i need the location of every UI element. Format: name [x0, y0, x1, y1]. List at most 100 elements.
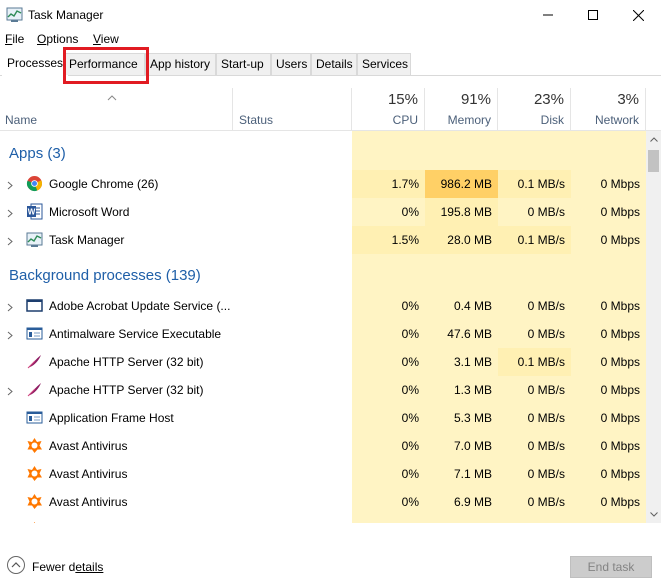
memory-value: 986.2 MB: [425, 170, 498, 198]
disk-value: 0 MB/s: [527, 411, 565, 425]
network-value: 0 Mbps: [600, 355, 640, 369]
table-row[interactable]: Avast Antivirus 0% 7.0 MB 0 MB/s 0 Mbps: [0, 432, 646, 460]
network-value: 0 Mbps: [600, 439, 640, 453]
network-value: 0 Mbps: [600, 177, 640, 191]
tab-start-up[interactable]: Start-up: [216, 53, 271, 75]
cpu-total-percent: 15%: [387, 91, 418, 108]
tab-processes[interactable]: Processes: [2, 52, 69, 76]
memory-value: 6.9 MB: [453, 495, 492, 509]
cpu-value: 0%: [401, 299, 419, 313]
chevron-right-icon[interactable]: [7, 329, 13, 343]
service-app-icon: [26, 409, 43, 426]
maximize-button[interactable]: [570, 0, 616, 30]
chevron-right-icon[interactable]: [7, 235, 13, 249]
table-row[interactable]: Adobe Acrobat Update Service (... 0% 0.4…: [0, 292, 646, 320]
tab-app-history[interactable]: App history: [145, 53, 216, 75]
column-cpu[interactable]: 15% CPU: [352, 88, 425, 131]
table-row[interactable]: Apache HTTP Server (32 bit) 0% 1.3 MB 0 …: [0, 376, 646, 404]
title-bar: Task Manager: [0, 0, 661, 30]
network-value: 0 Mbps: [600, 299, 640, 313]
process-name: Avast Antivirus: [49, 495, 128, 509]
process-name: Antimalware Service Executable: [49, 327, 222, 341]
avast-icon: [26, 465, 43, 482]
chevron-right-icon[interactable]: [7, 179, 13, 193]
column-cpu-label: CPU: [392, 113, 418, 127]
disk-value: 0 MB/s: [527, 299, 565, 313]
apache-feather-icon: [26, 381, 43, 398]
process-name: Avast Antivirus: [49, 439, 128, 453]
tab-details[interactable]: Details: [311, 53, 357, 75]
group-header-apps[interactable]: Apps (3): [0, 139, 646, 167]
column-name-label: Name: [5, 113, 38, 127]
network-total-percent: 3%: [617, 91, 639, 108]
window-title: Task Manager: [28, 8, 104, 22]
process-name: Avast Antivirus: [49, 467, 128, 481]
table-row[interactable]: W Microsoft Word 0% 195.8 MB 0 MB/s 0 Mb…: [0, 198, 646, 226]
table-row[interactable]: [0, 516, 646, 523]
disk-value: 0.1 MB/s: [498, 170, 571, 198]
disk-value: 0 MB/s: [527, 205, 565, 219]
tab-services[interactable]: Services: [357, 53, 411, 75]
column-name[interactable]: Name: [0, 88, 233, 131]
service-app-icon: [26, 325, 43, 342]
scroll-down-icon[interactable]: [646, 506, 661, 523]
column-memory[interactable]: 91% Memory: [425, 88, 498, 131]
table-row[interactable]: Google Chrome (26) 1.7% 986.2 MB 0.1 MB/…: [0, 170, 646, 198]
process-name: Microsoft Word: [49, 205, 130, 219]
vertical-scrollbar[interactable]: [646, 131, 661, 523]
avast-icon: [26, 493, 43, 510]
column-disk-label: Disk: [540, 113, 564, 127]
memory-value: 7.0 MB: [453, 439, 492, 453]
avast-icon: [26, 521, 43, 523]
disk-value: 0 MB/s: [527, 439, 565, 453]
memory-value: 7.1 MB: [453, 467, 492, 481]
minimize-button[interactable]: [525, 0, 571, 30]
chevron-right-icon[interactable]: [7, 301, 13, 315]
chrome-icon: [26, 175, 43, 192]
process-name: Apache HTTP Server (32 bit): [49, 383, 204, 397]
menu-file[interactable]: File: [5, 32, 24, 46]
table-row[interactable]: Avast Antivirus 0% 6.9 MB 0 MB/s 0 Mbps: [0, 488, 646, 516]
menu-view[interactable]: View: [93, 32, 119, 46]
scroll-up-icon[interactable]: [646, 131, 661, 148]
disk-value: 0 MB/s: [527, 467, 565, 481]
column-network[interactable]: 3% Network: [571, 88, 646, 131]
word-icon: W: [26, 203, 43, 220]
avast-icon: [26, 437, 43, 454]
chevron-right-icon[interactable]: [7, 385, 13, 399]
footer: Fewer details End task: [0, 548, 661, 584]
tab-performance[interactable]: Performance: [64, 53, 145, 75]
disk-value: 0.1 MB/s: [498, 226, 571, 254]
process-name: Task Manager: [49, 233, 125, 247]
cpu-value: 0%: [401, 327, 419, 341]
close-button[interactable]: [615, 0, 661, 30]
scrollbar-thumb[interactable]: [648, 150, 659, 172]
process-name: Apache HTTP Server (32 bit): [49, 355, 204, 369]
column-disk[interactable]: 23% Disk: [498, 88, 571, 131]
table-row[interactable]: Task Manager 1.5% 28.0 MB 0.1 MB/s 0 Mbp…: [0, 226, 646, 254]
memory-value: 1.3 MB: [453, 383, 492, 397]
network-value: 0 Mbps: [600, 495, 640, 509]
chevron-right-icon[interactable]: [7, 207, 13, 221]
memory-value: 5.3 MB: [453, 411, 492, 425]
fewer-details-link[interactable]: Fewer details: [32, 560, 103, 574]
menu-options[interactable]: Options: [37, 32, 78, 46]
process-name: Application Frame Host: [49, 411, 174, 425]
group-title-background: Background processes (139): [9, 267, 201, 284]
chevron-up-circle-icon[interactable]: [7, 556, 25, 574]
network-value: 0 Mbps: [600, 327, 640, 341]
column-status[interactable]: Status: [233, 88, 352, 131]
table-row[interactable]: Apache HTTP Server (32 bit) 0% 3.1 MB 0.…: [0, 348, 646, 376]
network-value: 0 Mbps: [600, 411, 640, 425]
table-row[interactable]: Antimalware Service Executable 0% 47.6 M…: [0, 320, 646, 348]
tab-users[interactable]: Users: [271, 53, 311, 75]
column-header: Name Status 15% CPU 91% Memory 23% Disk …: [0, 88, 661, 131]
end-task-button[interactable]: End task: [570, 556, 652, 578]
table-row[interactable]: Avast Antivirus 0% 7.1 MB 0 MB/s 0 Mbps: [0, 460, 646, 488]
network-value: 0 Mbps: [600, 467, 640, 481]
cpu-value: 0%: [401, 467, 419, 481]
svg-text:W: W: [28, 208, 36, 217]
disk-value: 0 MB/s: [527, 383, 565, 397]
table-row[interactable]: Application Frame Host 0% 5.3 MB 0 MB/s …: [0, 404, 646, 432]
group-header-background[interactable]: Background processes (139): [0, 261, 646, 289]
